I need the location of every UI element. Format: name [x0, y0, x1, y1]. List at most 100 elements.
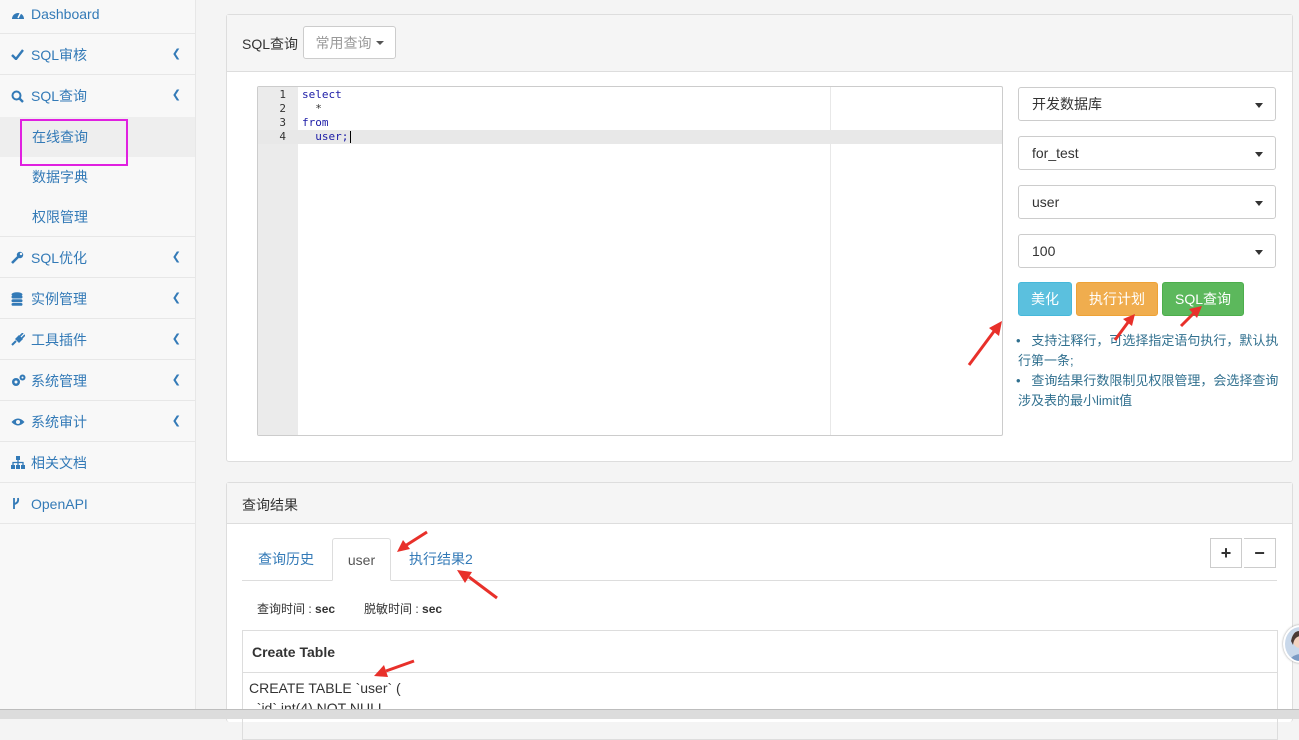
sidebar-subitem-privileges[interactable]: 权限管理: [0, 197, 195, 237]
sidebar-subitem-label: 权限管理: [32, 208, 88, 225]
dashboard-icon: [11, 8, 31, 20]
remove-tab-button[interactable]: −: [1244, 538, 1276, 568]
sql-editor[interactable]: 1 select 2 * 3 from 4 user;: [257, 86, 1003, 436]
sidebar-item-label: 工具插件: [31, 331, 87, 348]
caret-down-icon: [375, 40, 384, 45]
mask-time: 脱敏时间 : sec: [364, 600, 442, 617]
sidebar-item-sql-query[interactable]: SQL查询 ❮: [0, 76, 195, 116]
sidebar-item-docs[interactable]: 相关文档: [0, 443, 195, 483]
editor-line-active: 4 user;: [258, 130, 1002, 144]
sidebar-item-label: 相关文档: [31, 454, 87, 471]
tip-text: 查询结果行数限制见权限管理，会选择查询涉及表的最小limit值: [1018, 373, 1279, 408]
chevron-left-icon: ❮: [171, 251, 181, 263]
wrench-icon: [11, 251, 31, 264]
tab-query-history[interactable]: 查询历史: [258, 538, 314, 580]
mask-time-label: 脱敏时间 :: [364, 602, 419, 616]
tips-list: • 支持注释行，可选择指定语句执行，默认执行第一条; • 查询结果行数限制见权限…: [1016, 331, 1280, 411]
sidebar-item-system[interactable]: 系统管理 ❮: [0, 361, 195, 401]
query-time: 查询时间 : sec: [257, 600, 335, 617]
chevron-left-icon: ❮: [171, 374, 181, 386]
caret-down-icon: [1255, 152, 1263, 157]
tip-item: • 支持注释行，可选择指定语句执行，默认执行第一条;: [1016, 333, 1279, 368]
chevron-left-icon: ❮: [171, 48, 181, 60]
annotation-arrow: [397, 530, 428, 552]
fork-icon: [11, 497, 31, 510]
beautify-button[interactable]: 美化: [1018, 282, 1072, 316]
line-number: 2: [279, 102, 286, 115]
panel-title: SQL查询: [242, 36, 299, 52]
sidebar-item-openapi[interactable]: OpenAPI: [0, 484, 195, 524]
database-icon: [11, 291, 31, 306]
result-cell-line: CREATE TABLE `user` (: [249, 680, 401, 696]
table-select-value: user: [1032, 194, 1060, 210]
common-query-dropdown[interactable]: 常用查询: [303, 26, 396, 59]
database-select[interactable]: for_test: [1018, 136, 1276, 170]
chevron-left-icon: ❮: [171, 415, 181, 427]
query-result-panel: 查询结果 查询历史 user 执行结果2 + − 查询时间 : sec 脱敏时间…: [226, 482, 1293, 740]
tip-item: • 查询结果行数限制见权限管理，会选择查询涉及表的最小limit值: [1016, 373, 1279, 408]
limit-select-value: 100: [1032, 243, 1056, 259]
caret-down-icon: [1255, 103, 1263, 108]
line-code: *: [302, 102, 322, 115]
database-select-value: for_test: [1032, 145, 1079, 161]
add-tab-button[interactable]: +: [1210, 538, 1242, 568]
result-panel-heading: 查询结果: [227, 483, 1292, 524]
chevron-left-icon: ❮: [171, 292, 181, 304]
sidebar-item-label: SQL审核: [31, 46, 88, 63]
sidebar-item-sql-optimize[interactable]: SQL优化 ❮: [0, 238, 195, 278]
line-code: user;: [302, 130, 349, 143]
chevron-left-icon: ❮: [171, 333, 181, 345]
caret-down-icon: [1255, 250, 1263, 255]
sidebar-item-label: 实例管理: [31, 290, 87, 307]
caret-down-icon: [1255, 201, 1263, 206]
result-table: Create Table CREATE TABLE `user` ( `id` …: [242, 630, 1278, 740]
query-time-label: 查询时间 :: [257, 602, 312, 616]
editor-line: 1 select: [258, 88, 1002, 102]
mask-time-value: sec: [422, 602, 443, 616]
common-query-label: 常用查询: [315, 34, 372, 51]
cogs-icon: [11, 374, 31, 387]
annotation-arrow: [1113, 314, 1135, 341]
sidebar-item-instances[interactable]: 实例管理 ❮: [0, 279, 195, 319]
sidebar-item-label: 系统审计: [31, 413, 87, 430]
sidebar-item-tools[interactable]: 工具插件 ❮: [0, 320, 195, 360]
sidebar: Dashboard SQL审核 ❮ SQL查询 ❮ 在线查询 数据字典 权限管理…: [0, 0, 196, 718]
instance-select-value: 开发数据库: [1032, 96, 1102, 112]
line-number: 4: [279, 130, 286, 143]
sidebar-item-dashboard[interactable]: Dashboard: [0, 0, 195, 34]
editor-line: 2 *: [258, 102, 1002, 116]
sidebar-item-label: SQL查询: [31, 88, 88, 104]
sidebar-item-label: 系统管理: [31, 372, 87, 389]
line-code: from: [302, 116, 329, 129]
sitemap-icon: [11, 456, 31, 469]
sidebar-item-audit[interactable]: 系统审计 ❮: [0, 402, 195, 442]
editor-line: 3 from: [258, 116, 1002, 130]
sidebar-item-sql-audit[interactable]: SQL审核 ❮: [0, 35, 195, 75]
text-cursor: [350, 131, 351, 143]
sidebar-subitem-data-dictionary[interactable]: 数据字典: [0, 157, 195, 197]
sql-query-panel: SQL查询 常用查询 1 select 2 * 3 from 4 user; 开…: [226, 14, 1293, 462]
eye-icon: [11, 417, 31, 427]
query-time-value: sec: [315, 602, 336, 616]
tip-text: 支持注释行，可选择指定语句执行，默认执行第一条;: [1018, 333, 1279, 368]
sql-query-panel-heading: SQL查询 常用查询: [227, 15, 1292, 72]
sidebar-item-label: SQL优化: [31, 249, 88, 266]
sidebar-item-label: Dashboard: [31, 5, 100, 22]
line-number: 3: [279, 116, 286, 129]
limit-select[interactable]: 100: [1018, 234, 1276, 268]
tab-user[interactable]: user: [332, 538, 391, 581]
annotation-arrow: [1179, 306, 1202, 328]
explain-button[interactable]: 执行计划: [1076, 282, 1158, 316]
table-select[interactable]: user: [1018, 185, 1276, 219]
annotation-arrow: [967, 321, 1002, 366]
annotation-arrow: [457, 570, 498, 600]
panel-title: 查询结果: [242, 497, 298, 513]
instance-select[interactable]: 开发数据库: [1018, 87, 1276, 121]
plug-icon: [11, 333, 31, 346]
sidebar-item-label: OpenAPI: [31, 495, 88, 512]
check-icon: [11, 49, 31, 60]
search-icon: [11, 90, 31, 103]
line-code: select: [302, 88, 342, 101]
chevron-down-icon: ❮: [171, 89, 181, 101]
sidebar-subitem-label: 数据字典: [32, 169, 88, 185]
